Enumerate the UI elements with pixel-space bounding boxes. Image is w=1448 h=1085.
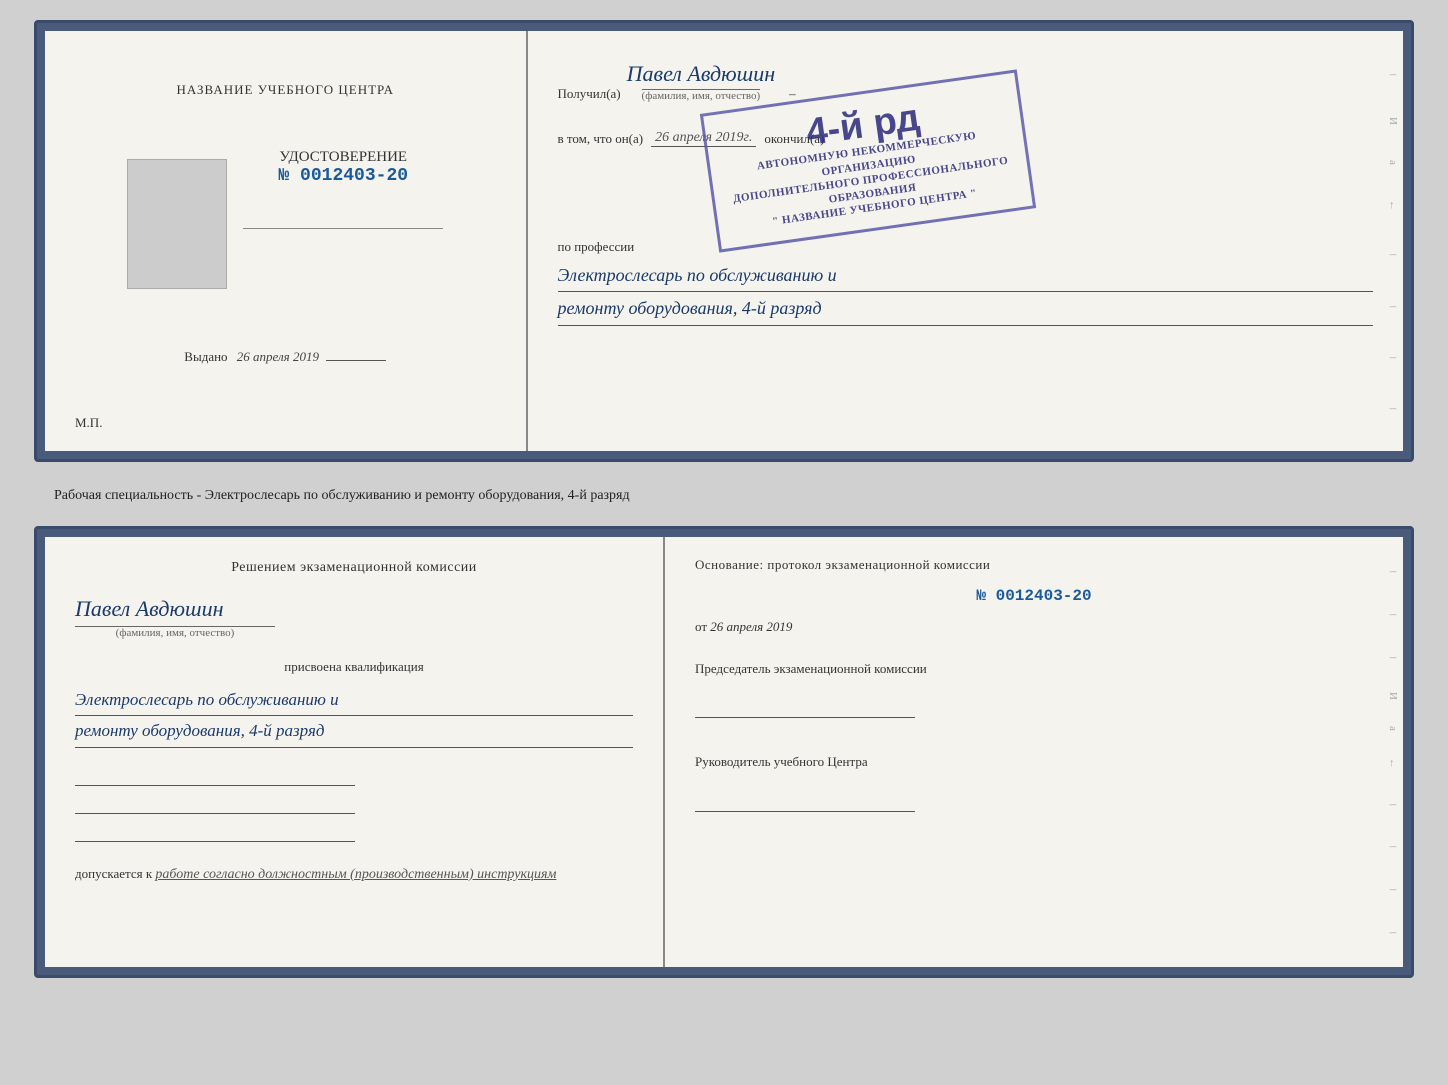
- profession-line2: ремонту оборудования, 4-й разряд: [558, 292, 1373, 325]
- chairman-sig-line: [695, 696, 915, 718]
- person-sublabel: (фамилия, имя, отчество): [75, 626, 275, 639]
- commission-title: Решением экзаменационной комиссии: [75, 557, 633, 578]
- top-right-page: Получил(а) Павел Авдюшин (фамилия, имя, …: [528, 31, 1403, 451]
- issued-date: 26 апреля 2019: [237, 349, 319, 364]
- profession-line1: Электрослесарь по обслуживанию и: [558, 259, 1373, 292]
- chairman-label: Председатель экзаменационной комиссии: [695, 659, 1373, 679]
- qual-line1: Электрослесарь по обслуживанию и: [75, 685, 633, 717]
- bottom-right-page: Основание: протокол экзаменационной коми…: [665, 537, 1403, 967]
- qualification-block: Электрослесарь по обслуживанию и ремонту…: [75, 685, 633, 748]
- bottom-document: Решением экзаменационной комиссии Павел …: [34, 526, 1414, 978]
- top-document: НАЗВАНИЕ УЧЕБНОГО ЦЕНТРА УДОСТОВЕРЕНИЕ №…: [34, 20, 1414, 462]
- signature-lines: [75, 764, 633, 842]
- qual-line2: ремонту оборудования, 4-й разряд: [75, 716, 633, 748]
- допускается-text: работе согласно должностным (производств…: [155, 867, 556, 882]
- head-label: Руководитель учебного Центра: [695, 752, 1373, 772]
- top-left-page: НАЗВАНИЕ УЧЕБНОГО ЦЕНТРА УДОСТОВЕРЕНИЕ №…: [45, 31, 528, 451]
- recipient-name: Павел Авдюшин: [627, 61, 775, 87]
- head-sig-line: [695, 790, 915, 812]
- sig-line-3: [75, 820, 355, 842]
- recipient-name-block: Павел Авдюшин (фамилия, имя, отчество): [627, 61, 775, 102]
- from-date-line: от 26 апреля 2019: [695, 619, 1373, 635]
- sig-line-2: [75, 792, 355, 814]
- person-name: Павел Авдюшин: [75, 596, 223, 622]
- cert-number: № 0012403-20: [278, 166, 408, 186]
- protocol-num: № 0012403-20: [695, 587, 1373, 605]
- separator-text: Рабочая специальность - Электрослесарь п…: [34, 478, 1414, 510]
- recipient-sublabel: (фамилия, имя, отчество): [642, 89, 761, 102]
- cert-label: УДОСТОВЕРЕНИЕ № 0012403-20: [278, 149, 408, 186]
- issued-line: Выдано 26 апреля 2019: [184, 349, 386, 365]
- person-name-block: Павел Авдюшин (фамилия, имя, отчество): [75, 596, 633, 639]
- osnovanie-text: Основание: протокол экзаменационной коми…: [695, 557, 1373, 573]
- bottom-left-page: Решением экзаменационной комиссии Павел …: [45, 537, 665, 967]
- from-date: 26 апреля 2019: [710, 619, 792, 634]
- right-side-marks: – – – И а ← – – – –: [1381, 537, 1403, 967]
- mp-label: М.П.: [75, 415, 102, 431]
- допускается-line: допускается к работе согласно должностны…: [75, 866, 633, 883]
- school-name-top: НАЗВАНИЕ УЧЕБНОГО ЦЕНТРА: [177, 81, 394, 99]
- sig-line-1: [75, 764, 355, 786]
- photo-placeholder: [127, 159, 227, 289]
- qualification-label: присвоена квалификация: [75, 659, 633, 675]
- side-marks: – И а ← – – – –: [1381, 31, 1403, 451]
- profession-block: по профессии Электрослесарь по обслужива…: [558, 239, 1373, 326]
